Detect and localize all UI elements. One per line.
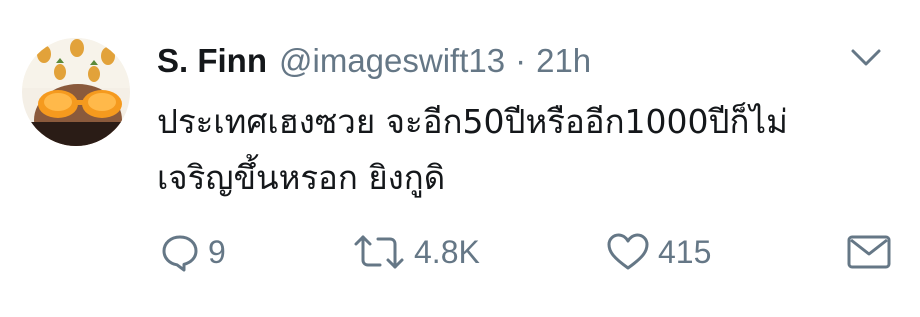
like-button[interactable]: 415 <box>606 224 711 280</box>
like-count: 415 <box>658 233 712 270</box>
retweet-count: 4.8K <box>414 233 480 270</box>
chevron-down-icon[interactable] <box>850 46 882 70</box>
reply-count: 9 <box>208 233 226 270</box>
direct-message-button[interactable] <box>846 224 892 280</box>
avatar-image <box>22 38 130 146</box>
avatar[interactable] <box>22 38 130 146</box>
separator-dot: · <box>515 42 527 79</box>
tweet-card: S. Finn @imageswift13 · 21h ประเทศเฮงซวย… <box>0 0 920 317</box>
retweet-icon <box>352 232 406 272</box>
tweet-text-line: เจริญขึ้นหรอก ยิงกูดิ <box>157 158 446 197</box>
tweet-actions: 9 4.8K 415 <box>0 224 920 280</box>
timestamp[interactable]: 21h <box>536 38 591 84</box>
user-handle[interactable]: @imageswift13 <box>279 38 505 84</box>
reply-bubble-icon <box>160 232 200 272</box>
display-name[interactable]: S. Finn <box>157 38 267 84</box>
heart-icon <box>606 232 650 272</box>
tweet-text: ประเทศเฮงซวย จะอีก50ปีหรืออีก1000ปีก็ไม่… <box>157 94 902 206</box>
tweet-header: S. Finn @imageswift13 · 21h <box>157 38 591 84</box>
reply-button[interactable]: 9 <box>160 224 226 280</box>
envelope-icon <box>846 233 892 271</box>
tweet-text-line: ประเทศเฮงซวย จะอีก50ปีหรืออีก1000ปีก็ไม่ <box>157 102 788 141</box>
retweet-button[interactable]: 4.8K <box>352 224 480 280</box>
